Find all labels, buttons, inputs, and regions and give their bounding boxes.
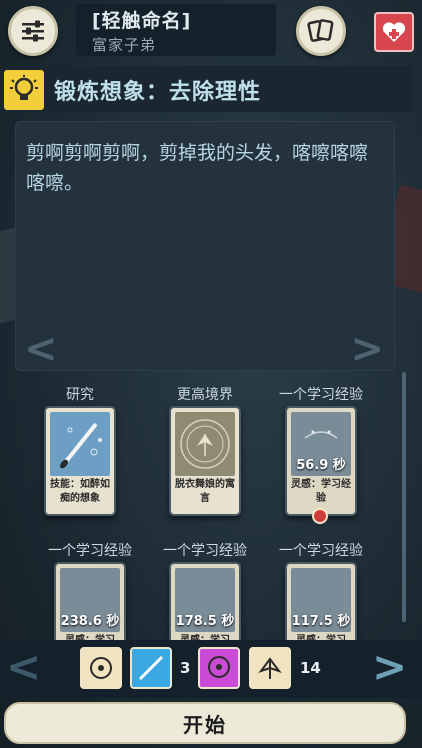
brush-icon xyxy=(60,422,102,469)
card-name: 灵感：学习经验 xyxy=(291,479,351,504)
card-art xyxy=(175,412,235,476)
slot-learning-1[interactable]: 一个学习经验 56.9 秒 灵感：学习经验 xyxy=(263,384,379,516)
legacy-name[interactable]: [轻触命名] xyxy=(92,6,191,33)
moth-circle-icon xyxy=(180,419,230,469)
brush-icon[interactable] xyxy=(130,647,172,689)
slot-label: 一个学习经验 xyxy=(48,543,132,559)
top-bar: [轻触命名] 富家子弟 xyxy=(0,0,422,62)
legacy-name-box[interactable]: [轻触命名] 富家子弟 xyxy=(76,4,276,56)
card-art xyxy=(50,412,110,476)
cards-icon xyxy=(307,19,334,42)
card[interactable]: 技能：如醉如痴的想象 xyxy=(44,406,116,516)
slot-label: 更高境界 xyxy=(177,387,233,403)
lantern-head-icon[interactable] xyxy=(80,647,122,689)
description-text: 剪啊剪啊剪啊，剪掉我的头发，喀嚓喀嚓喀嚓。 xyxy=(26,142,369,194)
slot-label: 一个学习经验 xyxy=(279,387,363,403)
health-badge[interactable] xyxy=(374,12,414,52)
scrollbar[interactable] xyxy=(402,372,406,622)
aspect-count: 3 xyxy=(180,659,191,677)
card[interactable]: 脱衣舞娘的寓言 xyxy=(169,406,241,516)
sliders-icon xyxy=(22,20,44,42)
slot-label: 研究 xyxy=(66,387,94,403)
slot-label: 一个学习经验 xyxy=(279,543,363,559)
card[interactable]: 56.9 秒 灵感：学习经验 xyxy=(285,406,357,516)
legacy-subtitle: 富家子弟 xyxy=(92,36,157,54)
timer: 238.6 秒 xyxy=(60,614,120,629)
menu-button[interactable] xyxy=(8,6,58,56)
card-name: 脱衣舞娘的寓言 xyxy=(175,479,235,504)
heart-head-icon[interactable] xyxy=(198,647,240,689)
start-button[interactable]: 开始 xyxy=(4,702,406,744)
decay-indicator xyxy=(312,508,328,524)
lightbulb-icon xyxy=(4,70,44,110)
aspects-prev-arrow[interactable]: < xyxy=(6,642,41,691)
description-next-arrow[interactable]: > xyxy=(350,326,384,372)
moth-icon[interactable] xyxy=(249,647,291,689)
heart-plus-icon xyxy=(382,22,406,42)
aspect-count: 14 xyxy=(300,659,321,677)
aspects-next-arrow[interactable]: > xyxy=(372,642,407,691)
description-panel: 剪啊剪啊剪啊，剪掉我的头发，喀嚓喀嚓喀嚓。 < > xyxy=(16,122,394,372)
aspects-bar: < 3 14 > xyxy=(0,640,422,698)
slot-label: 一个学习经验 xyxy=(163,543,247,559)
timer: 117.5 秒 xyxy=(291,614,351,629)
cards-button[interactable] xyxy=(296,6,346,56)
timer: 178.5 秒 xyxy=(175,614,235,629)
slot-higher-realm[interactable]: 更高境界 脱衣舞娘的寓言 xyxy=(147,384,263,516)
description-prev-arrow[interactable]: < xyxy=(24,326,58,372)
verb-header: 锻炼想象：去除理性 xyxy=(0,66,412,112)
verb-title: 锻炼想象：去除理性 xyxy=(54,80,262,105)
slot-research[interactable]: 研究 技能：如醉如痴的想象 xyxy=(22,384,138,516)
card-name: 技能：如醉如痴的想象 xyxy=(50,479,110,504)
timer: 56.9 秒 xyxy=(296,458,346,473)
